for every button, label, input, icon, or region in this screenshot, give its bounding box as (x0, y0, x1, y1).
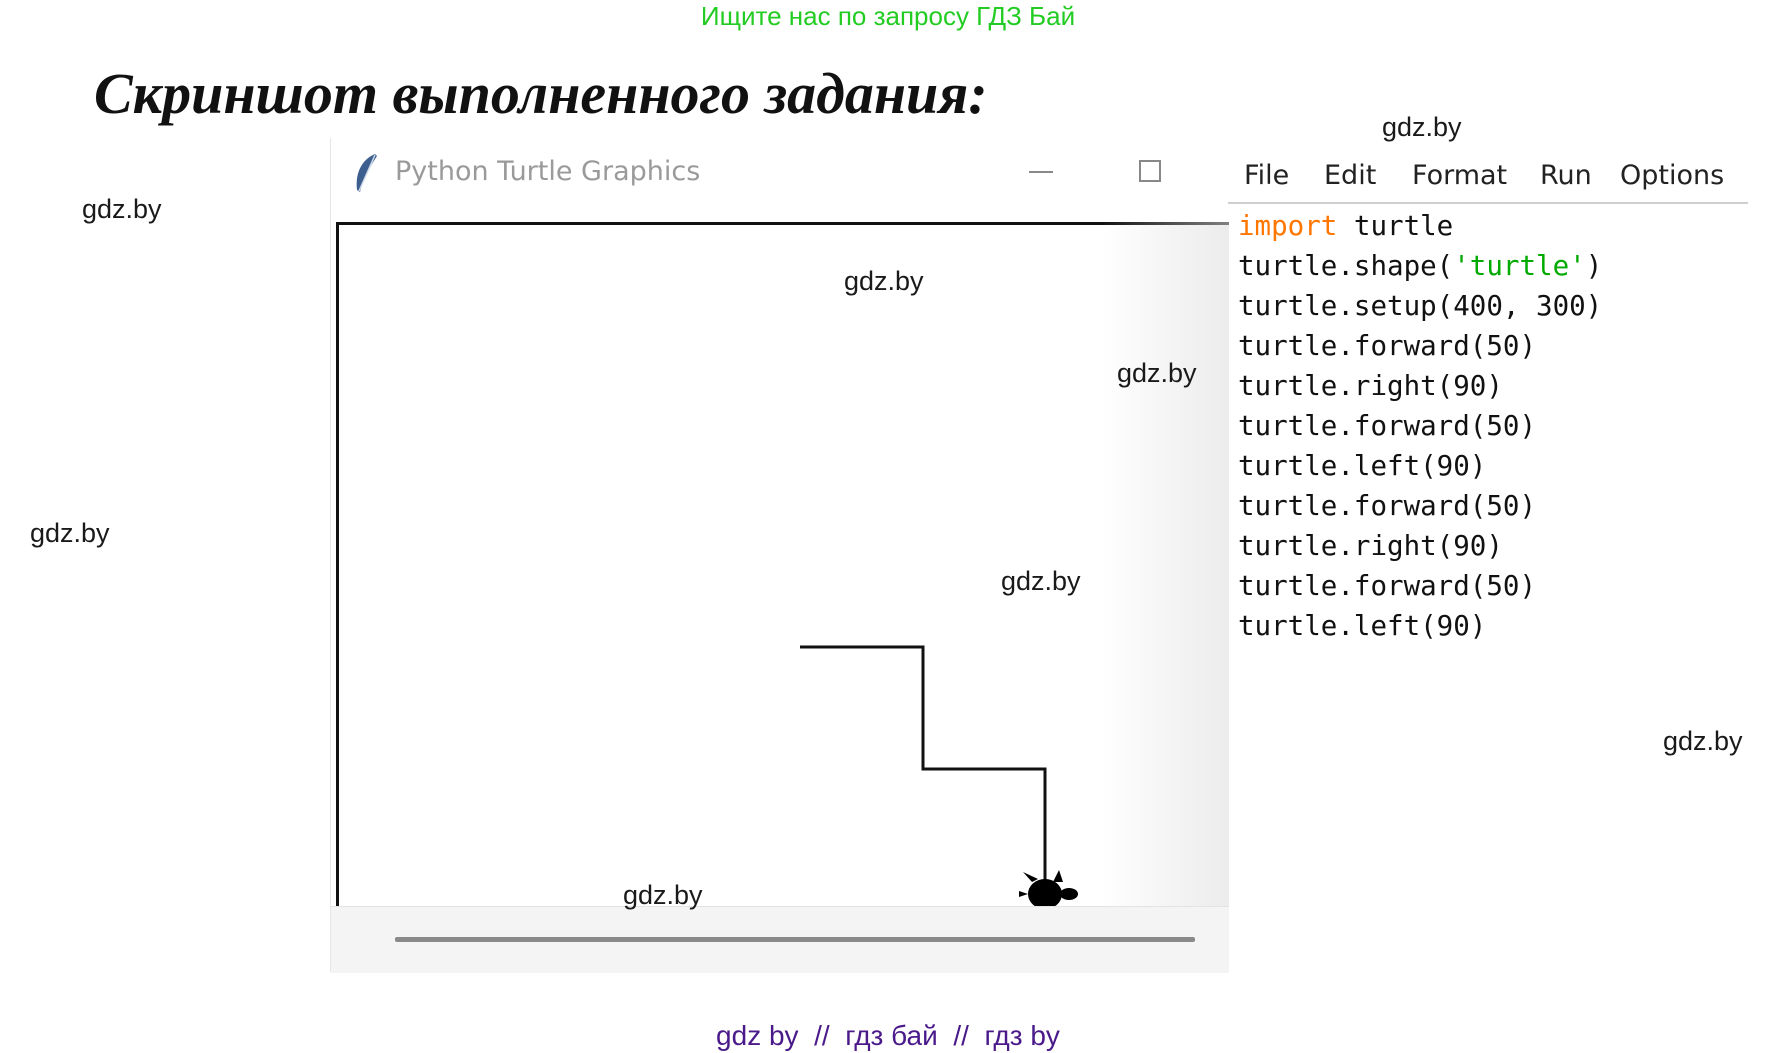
code-editor[interactable]: import turtle turtle.shape('turtle') tur… (1238, 206, 1602, 646)
turtle-drawing (800, 645, 1078, 918)
page-heading: Скриншот выполненного задания: (94, 61, 988, 126)
footer-link-gdz-by-ru[interactable]: гдз by (984, 1020, 1059, 1051)
code-line: turtle.forward(50) (1238, 330, 1537, 362)
horizontal-scrollbar[interactable] (331, 906, 1229, 973)
watermark: gdz.by (1663, 726, 1743, 756)
turtle-path (800, 645, 1047, 887)
footer-links: gdz by // гдз бай // гдз by (0, 1020, 1776, 1052)
menu-options[interactable]: Options (1620, 160, 1724, 191)
watermark: gdz.by (82, 194, 162, 224)
window-title: Python Turtle Graphics (395, 156, 701, 187)
code-line: turtle.right(90) (1238, 370, 1503, 402)
menu-run[interactable]: Run (1540, 160, 1592, 191)
watermark: gdz.by (623, 880, 703, 910)
top-banner: Ищите нас по запросу ГДЗ Бай (700, 1, 1076, 31)
turtle-canvas (336, 222, 1229, 918)
menu-file[interactable]: File (1244, 160, 1289, 191)
watermark: gdz.by (1117, 358, 1197, 388)
footer-link-gdz-bai[interactable]: гдз бай (845, 1020, 938, 1051)
scrollbar-thumb[interactable] (395, 937, 1195, 942)
code-line: turtle.left(90) (1238, 610, 1487, 642)
code-text: turtle (1337, 210, 1454, 242)
string-literal: 'turtle' (1453, 250, 1586, 282)
code-line: import turtle (1238, 206, 1602, 246)
code-line: turtle.forward(50) (1238, 410, 1537, 442)
watermark: gdz.by (1382, 112, 1462, 142)
keyword-import: import (1238, 210, 1338, 242)
footer-separator: // (953, 1020, 969, 1051)
code-line: turtle.right(90) (1238, 530, 1503, 562)
watermark: gdz.by (30, 518, 110, 548)
menu-format[interactable]: Format (1412, 160, 1507, 191)
code-line: turtle.left(90) (1238, 450, 1487, 482)
editor-menubar: File Edit Format Run Options (1228, 150, 1748, 204)
code-text: ) (1585, 250, 1603, 282)
window-titlebar[interactable]: Python Turtle Graphics (331, 138, 1229, 210)
watermark: gdz.by (1001, 566, 1081, 596)
footer-separator: // (814, 1020, 830, 1051)
code-line: turtle.forward(50) (1238, 570, 1537, 602)
code-line: turtle.shape('turtle') (1238, 246, 1602, 286)
menu-edit[interactable]: Edit (1324, 160, 1376, 191)
footer-link-gdz-by[interactable]: gdz by (716, 1020, 799, 1051)
minimize-button[interactable] (1021, 148, 1061, 188)
python-feather-icon (356, 154, 377, 192)
window-edge-shade (1101, 222, 1229, 912)
turtle-graphics-window: Python Turtle Graphics (330, 138, 1229, 973)
turtle-icon (1019, 870, 1078, 918)
code-line: turtle.forward(50) (1238, 490, 1537, 522)
maximize-button[interactable] (1139, 160, 1161, 182)
watermark: gdz.by (844, 266, 924, 296)
code-line: turtle.setup(400, 300) (1238, 290, 1603, 322)
code-text: turtle.shape( (1238, 250, 1454, 282)
